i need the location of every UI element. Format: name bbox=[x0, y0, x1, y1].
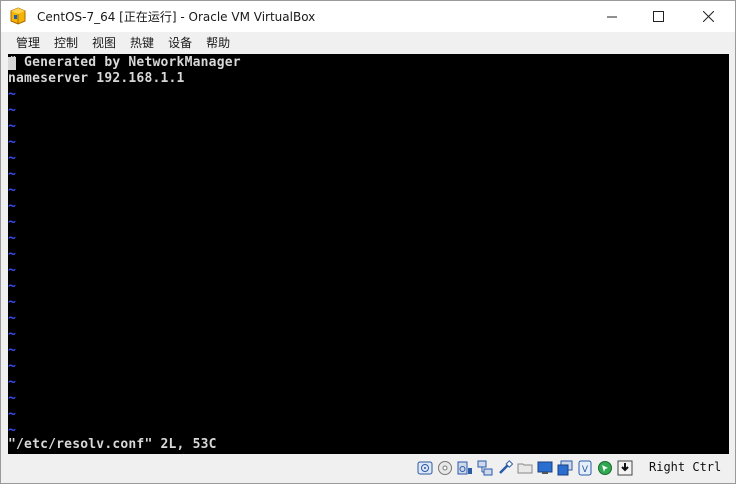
minimize-button[interactable] bbox=[589, 1, 635, 32]
vi-status-line: "/etc/resolv.conf" 2L, 53C bbox=[8, 437, 217, 452]
empty-line-tilde: ~ bbox=[8, 327, 16, 342]
empty-line-tilde: ~ bbox=[8, 279, 16, 294]
empty-line-tilde: ~ bbox=[8, 215, 16, 230]
empty-line-tilde: ~ bbox=[8, 295, 16, 310]
console-line-comment: # Generated by NetworkManager bbox=[8, 55, 241, 70]
empty-line-tilde: ~ bbox=[8, 231, 16, 246]
menu-hotkeys[interactable]: 热键 bbox=[123, 32, 161, 54]
empty-line-tilde: ~ bbox=[8, 247, 16, 262]
empty-line-tilde: ~ bbox=[8, 183, 16, 198]
maximize-icon bbox=[652, 7, 664, 26]
virtualization-icon[interactable]: V bbox=[577, 460, 593, 476]
virtualbox-window: CentOS-7_64 [正在运行] - Oracle VM VirtualBo… bbox=[0, 0, 736, 484]
empty-line-tilde: ~ bbox=[8, 87, 16, 102]
optical-drive-icon[interactable] bbox=[437, 460, 453, 476]
minimize-icon bbox=[606, 7, 618, 26]
shared-folders-icon[interactable] bbox=[517, 460, 533, 476]
virtualbox-icon bbox=[8, 7, 28, 25]
svg-text:V: V bbox=[582, 465, 589, 475]
hard-disk-icon[interactable] bbox=[417, 460, 433, 476]
empty-line-tilde: ~ bbox=[8, 103, 16, 118]
empty-line-tilde: ~ bbox=[8, 311, 16, 326]
empty-line-tilde: ~ bbox=[8, 391, 16, 406]
status-icons: V bbox=[417, 459, 637, 477]
display-icon[interactable] bbox=[537, 460, 553, 476]
network-icon[interactable] bbox=[477, 460, 493, 476]
empty-line-tilde: ~ bbox=[8, 119, 16, 134]
menu-bar: 管理 控制 视图 热键 设备 帮助 bbox=[1, 32, 735, 54]
console-line-nameserver: nameserver 192.168.1.1 bbox=[8, 71, 185, 86]
empty-line-tilde: ~ bbox=[8, 167, 16, 182]
menu-control[interactable]: 控制 bbox=[47, 32, 85, 54]
usb-icon[interactable] bbox=[497, 460, 513, 476]
empty-line-tilde: ~ bbox=[8, 135, 16, 150]
menu-manage[interactable]: 管理 bbox=[9, 32, 47, 54]
close-button[interactable] bbox=[681, 1, 735, 32]
menu-help[interactable]: 帮助 bbox=[199, 32, 237, 54]
empty-line-tilde: ~ bbox=[8, 151, 16, 166]
empty-line-tilde: ~ bbox=[8, 375, 16, 390]
audio-icon[interactable] bbox=[457, 460, 473, 476]
empty-line-tilde: ~ bbox=[8, 343, 16, 358]
empty-line-tilde: ~ bbox=[8, 407, 16, 422]
title-bar[interactable]: CentOS-7_64 [正在运行] - Oracle VM VirtualBo… bbox=[1, 1, 735, 32]
menu-devices[interactable]: 设备 bbox=[161, 32, 199, 54]
empty-line-tilde: ~ bbox=[8, 263, 16, 278]
mouse-integration-icon[interactable] bbox=[597, 460, 613, 476]
menu-view[interactable]: 视图 bbox=[85, 32, 123, 54]
close-icon bbox=[702, 7, 714, 26]
keyboard-capture-icon[interactable] bbox=[617, 460, 633, 476]
video-capture-icon[interactable] bbox=[557, 460, 573, 476]
status-bar: V Right Ctrl bbox=[1, 454, 735, 483]
maximize-button[interactable] bbox=[635, 1, 681, 32]
empty-line-tilde: ~ bbox=[8, 359, 16, 374]
empty-line-tilde: ~ bbox=[8, 199, 16, 214]
window-title: CentOS-7_64 [正在运行] - Oracle VM VirtualBo… bbox=[37, 10, 316, 24]
host-key-label: Right Ctrl bbox=[649, 460, 722, 474]
vm-console[interactable]: # Generated by NetworkManager nameserver… bbox=[8, 54, 729, 454]
